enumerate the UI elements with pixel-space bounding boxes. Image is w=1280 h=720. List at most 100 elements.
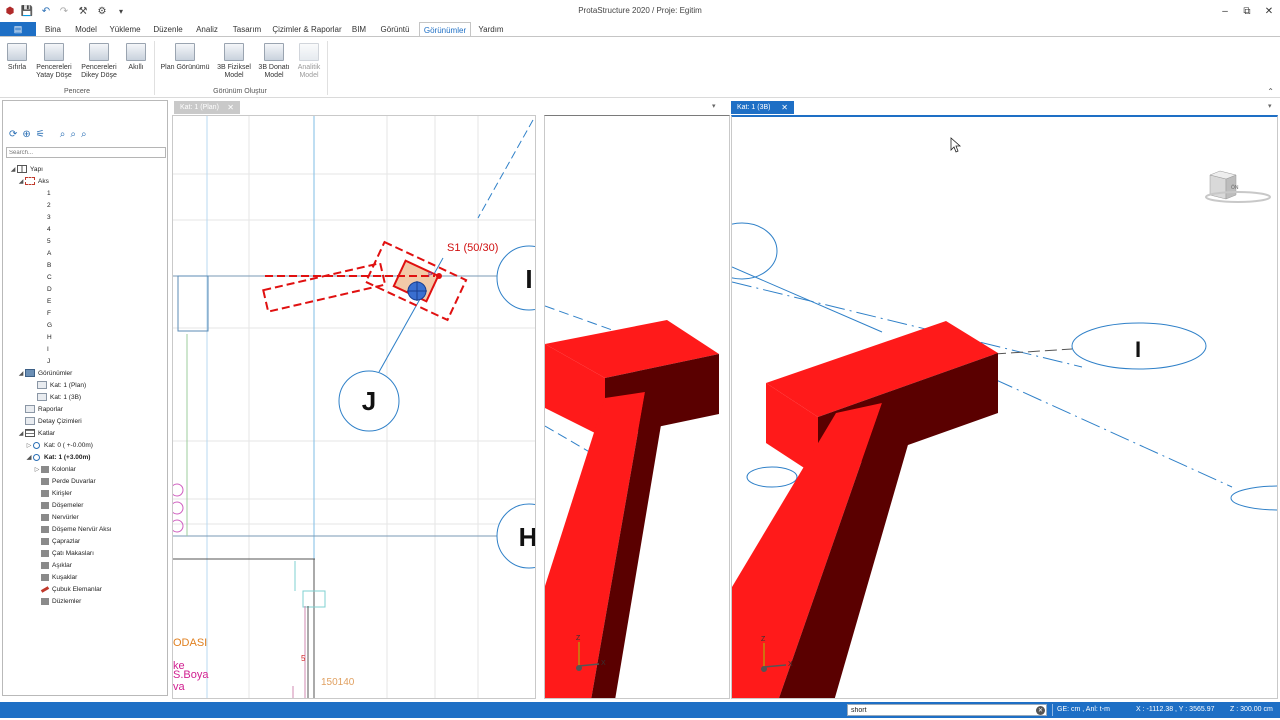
tab-tasarim[interactable]: Tasarım (228, 22, 266, 36)
refresh-icon[interactable]: ⟳ (9, 129, 17, 141)
tree-node-label: Çatı Makasları (52, 549, 94, 557)
tab-bim[interactable]: BIM (348, 22, 370, 36)
tree-item-gorunumler[interactable]: ◢ Görünümler (17, 367, 72, 379)
tree-item-axis[interactable]: 5 (39, 235, 51, 247)
tree-node-icon (25, 177, 35, 185)
room-label: ODASI (173, 637, 207, 649)
tree-item-element[interactable]: Nervürler (33, 511, 79, 523)
restore-button[interactable]: ⧉ (1236, 3, 1258, 19)
tab-model[interactable]: Model (72, 22, 100, 36)
command-search-input[interactable] (847, 704, 1047, 716)
tree-item-element[interactable]: Çatı Makasları (33, 547, 94, 559)
tree-expand-icon[interactable]: ◢ (17, 370, 25, 377)
tree-item-element[interactable]: Döşemeler (33, 499, 83, 511)
zoom-in-icon[interactable]: ⌕ (70, 129, 76, 141)
clear-search-icon[interactable]: ✕ (1036, 706, 1045, 715)
tree-item-view[interactable]: Kat: 1 (Plan) (29, 379, 86, 391)
tree-item-view[interactable]: Kat: 1 (3B) (29, 391, 81, 403)
analytic-model-button: Analitik Model (295, 43, 323, 80)
3d-view-canvas[interactable]: I ÖN Z X (731, 115, 1278, 699)
dock-dropdown-icon[interactable]: ▾ (1268, 102, 1272, 110)
tab-yardim[interactable]: Yardım (476, 22, 506, 36)
reset-button[interactable]: Sıfırla (4, 43, 30, 72)
zoom-icon[interactable]: ⌕ (60, 129, 66, 141)
tree-item-raporlar[interactable]: Raporlar (17, 403, 63, 415)
tree-expand-icon[interactable]: ▷ (33, 466, 41, 473)
tree-item-axis[interactable]: 1 (39, 187, 51, 199)
tree-expand-icon[interactable]: ◢ (25, 454, 33, 461)
file-menu-button[interactable]: ▤ (0, 22, 36, 36)
tab-goruntu[interactable]: Görüntü (376, 22, 414, 36)
tree-expand-icon[interactable]: ◢ (17, 430, 25, 437)
plan-view-button[interactable]: Plan Görünümü (159, 43, 211, 72)
tree-item-axis[interactable]: D (39, 283, 52, 295)
zoom-out-icon[interactable]: ⌕ (81, 129, 87, 141)
tree-item-element[interactable]: Perde Duvarlar (33, 475, 96, 487)
tree-item-aks[interactable]: ◢ Aks (17, 175, 49, 187)
tree-item-axis[interactable]: J (39, 355, 50, 367)
tree-item-axis[interactable]: B (39, 259, 51, 271)
tile-horizontal-button[interactable]: Pencereleri Yatay Döşe (34, 43, 74, 80)
tree-item-axis[interactable]: H (39, 331, 52, 343)
ribbon-panel: Sıfırla Pencereleri Yatay Döşe Pencerele… (0, 36, 1280, 98)
tree-node-label: Döşemeler (52, 501, 84, 509)
view-cube[interactable]: ÖN (1205, 170, 1271, 203)
tree-item-axis[interactable]: G (39, 319, 52, 331)
tree-node-label: B (47, 261, 52, 269)
tree-item-axis[interactable]: 4 (39, 223, 51, 235)
tab-duzenle[interactable]: Düzenle (150, 22, 186, 36)
tree-item-floor-1[interactable]: ◢ Kat: 1 (+3.00m) (25, 451, 90, 463)
dock-dropdown-icon[interactable]: ▾ (712, 102, 716, 110)
tree-settings-icon[interactable]: ⚟ (36, 129, 45, 141)
tree-item-axis[interactable]: I (39, 343, 49, 355)
tree-item-element[interactable]: ▷ Kolonlar (33, 463, 76, 475)
tab-bina[interactable]: Bina (40, 22, 66, 36)
tree-item-axis[interactable]: 2 (39, 199, 51, 211)
tree-node-icon (41, 501, 49, 509)
tree-item-yapi[interactable]: ◢ Yapı (9, 163, 43, 175)
tree-node-label: 5 (47, 237, 51, 245)
tree-item-axis[interactable]: C (39, 271, 52, 283)
tree-item-element[interactable]: Çaprazlar (33, 535, 80, 547)
tree-item-detay-cizimleri[interactable]: Detay Çizimleri (17, 415, 82, 427)
tree-node-label: H (47, 333, 52, 341)
minimize-button[interactable]: – (1214, 3, 1236, 19)
tab-gorunumler[interactable]: Görünümler (419, 22, 471, 37)
plan-drawing: J I H P S1 (50/30) ODASI ke S.Boya va 15… (173, 116, 535, 698)
app-title: ProtaStructure 2020 / Proje: Egitim (578, 6, 702, 15)
smart-tile-button[interactable]: Akıllı (124, 43, 148, 72)
tree-item-element[interactable]: Çubuk Elemanlar (33, 583, 102, 595)
tab-yukleme[interactable]: Yükleme (106, 22, 144, 36)
tab-3d-view[interactable]: Kat: 1 (3B) ✕ (731, 101, 794, 114)
tree-item-element[interactable]: Düzlemler (33, 595, 81, 607)
tree-item-axis[interactable]: 3 (39, 211, 51, 223)
tree-item-katlar[interactable]: ◢ Katlar (17, 427, 55, 439)
svg-text:Z: Z (576, 635, 581, 642)
plan-view-canvas[interactable]: J I H P S1 (50/30) ODASI ke S.Boya va 15… (172, 115, 536, 699)
tile-vertical-button[interactable]: Pencereleri Dikey Döşe (79, 43, 119, 80)
rebar-model-3d-button[interactable]: 3B Donatı Model (256, 43, 292, 80)
tab-cizimler-raporlar[interactable]: Çizimler & Raporlar (272, 22, 342, 36)
tree-expand-icon[interactable]: ◢ (9, 166, 17, 173)
physical-model-3d-button[interactable]: 3B Fiziksel Model (215, 43, 253, 80)
tree-item-element[interactable]: Aşıklar (33, 559, 72, 571)
close-tab-icon[interactable]: ✕ (781, 103, 788, 112)
tree-expand-icon[interactable]: ▷ (25, 442, 33, 449)
tab-plan-view[interactable]: Kat: 1 (Plan) ✕ (174, 101, 240, 114)
tab-analiz[interactable]: Analiz (192, 22, 222, 36)
tree-item-element[interactable]: Kuşaklar (33, 571, 77, 583)
tree-item-axis[interactable]: A (39, 247, 51, 259)
tree-item-axis[interactable]: E (39, 295, 51, 307)
3d-view-secondary-canvas[interactable]: Z X (544, 115, 730, 699)
tree-item-element[interactable]: Kirişler (33, 487, 72, 499)
tree-search-input[interactable] (6, 147, 166, 158)
tree-item-floor-0[interactable]: ▷ Kat: 0 ( +-0.00m) (25, 439, 93, 451)
tree-item-axis[interactable]: F (39, 307, 51, 319)
close-tab-icon[interactable]: ✕ (227, 103, 234, 112)
close-window-button[interactable]: ✕ (1258, 3, 1280, 19)
ribbon-collapse-icon[interactable]: ⌃ (1267, 87, 1274, 96)
tree-item-element[interactable]: Döşeme Nervür Aksı (33, 523, 112, 535)
tree-node-icon (41, 489, 49, 497)
tree-expand-icon[interactable]: ◢ (17, 178, 25, 185)
globe-icon[interactable]: ⊕ (22, 129, 30, 141)
